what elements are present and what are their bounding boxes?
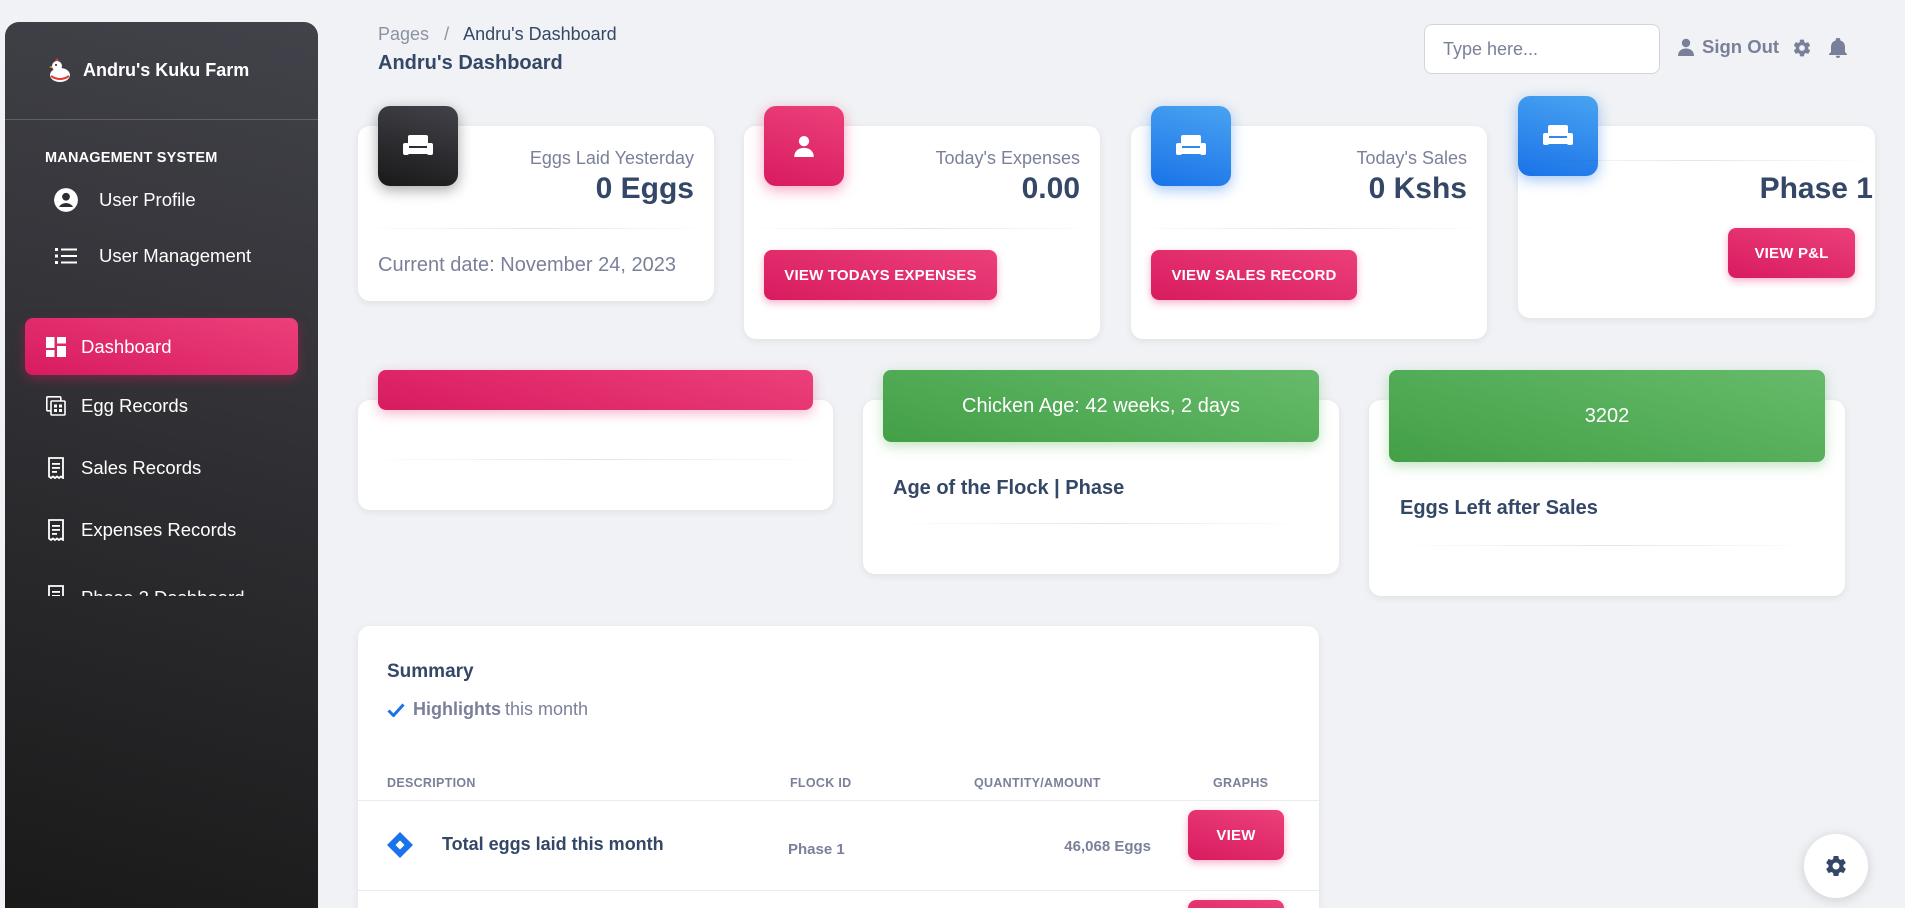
row-quantity: 46,068 Eggs	[1064, 838, 1151, 855]
card-divider	[358, 228, 714, 229]
highlights-period: this month	[505, 699, 589, 719]
summary-card: Summary Highlights this month DESCRIPTIO…	[358, 626, 1319, 908]
stat-value: 0 Kshs	[1368, 172, 1467, 205]
diamond-icon	[386, 831, 414, 864]
row-flock-id: Phase 1	[788, 841, 845, 858]
sidebar-item-label: Egg Records	[81, 395, 188, 416]
sign-out-button[interactable]: Sign Out	[1678, 36, 1779, 58]
sidebar-item-label: Dashboard	[81, 335, 172, 357]
dashboard-icon	[45, 334, 67, 360]
flock-age-heading: Age of the Flock | Phase	[893, 477, 1125, 499]
breadcrumb: Pages / Andru's Dashboard	[378, 24, 617, 45]
card-divider	[1131, 228, 1487, 229]
section-title: MANAGEMENT SYSTEM	[45, 150, 218, 166]
gear-icon[interactable]	[1792, 38, 1812, 58]
search-input[interactable]	[1424, 24, 1660, 74]
check-icon	[387, 702, 405, 717]
sidebar-item-expenses-records[interactable]: Expenses Records	[25, 499, 298, 561]
list-icon	[53, 243, 79, 269]
stat-value: 0.00	[1021, 172, 1080, 205]
sidebar-item-label: Phase 2 Dashboard	[81, 587, 245, 596]
row-divider	[358, 800, 1319, 801]
stat-card-eggs-yesterday: Eggs Laid Yesterday 0 Eggs Current date:…	[358, 106, 714, 301]
stat-label: Eggs Laid Yesterday	[529, 148, 694, 168]
stat-label: Today's Expenses	[935, 148, 1080, 168]
eggs-left-banner: 3202	[1389, 370, 1825, 462]
eggs-left-heading: Eggs Left after Sales	[1400, 497, 1598, 519]
breadcrumb-separator: /	[444, 24, 450, 44]
view-graph-button[interactable]: VIEW	[1188, 810, 1284, 860]
card-divider	[744, 228, 1100, 229]
column-header-graphs: GRAPHS	[1213, 776, 1269, 790]
bell-icon[interactable]	[1829, 38, 1847, 58]
stat-card-todays-expenses: Today's Expenses 0.00 VIEW TODAYS EXPENS…	[744, 106, 1100, 339]
sidebar-item-user-management[interactable]: User Management	[25, 228, 298, 284]
view-sales-record-button[interactable]: VIEW SALES RECORD	[1151, 250, 1357, 300]
sidebar-item-label: Sales Records	[81, 457, 202, 478]
person-icon	[1678, 38, 1694, 56]
breadcrumb-current: Andru's Dashboard	[463, 24, 617, 44]
view-graph-button-next[interactable]	[1188, 900, 1284, 908]
card-divider	[1399, 545, 1815, 546]
account-circle-icon	[53, 187, 79, 213]
page-title: Andru's Dashboard	[378, 52, 563, 74]
stat-card-todays-sales: Today's Sales 0 Kshs VIEW SALES RECORD	[1131, 106, 1487, 339]
breadcrumb-root[interactable]: Pages	[378, 24, 429, 44]
person-icon	[764, 106, 844, 186]
row-divider	[358, 890, 1319, 891]
view-todays-expenses-button[interactable]: VIEW TODAYS EXPENSES	[764, 250, 997, 300]
sidebar-scroll-clip: Phase 2 Dashboard	[5, 561, 318, 596]
gear-icon	[1824, 854, 1848, 878]
sidebar-item-dashboard[interactable]: Dashboard	[25, 318, 298, 375]
blank-chart-card	[358, 400, 833, 510]
weekend-icon	[1151, 106, 1231, 186]
sidebar-item-phase-2-dashboard[interactable]: Phase 2 Dashboard	[25, 561, 298, 596]
summary-title: Summary	[387, 661, 474, 682]
sidebar-item-label: User Profile	[99, 189, 196, 210]
weekend-icon	[378, 106, 458, 186]
weekend-icon	[1518, 96, 1598, 176]
chicken-logo-icon	[43, 54, 77, 88]
card-divider	[893, 523, 1309, 524]
receipt-icon	[45, 583, 67, 596]
records-icon	[45, 393, 67, 419]
sidebar-item-label: Expenses Records	[81, 519, 237, 540]
chicken-age-banner: Chicken Age: 42 weeks, 2 days	[883, 370, 1319, 442]
sidebar: Andru's Kuku Farm MANAGEMENT SYSTEM User…	[5, 22, 318, 908]
brand-name: Andru's Kuku Farm	[83, 60, 250, 80]
sidebar-item-sales-records[interactable]: Sales Records	[25, 437, 298, 499]
receipt-icon	[45, 455, 67, 481]
receipt-icon	[45, 517, 67, 543]
highlights: Highlights this month	[387, 699, 588, 720]
pink-banner	[378, 370, 813, 410]
current-date: Current date: November 24, 2023	[378, 254, 676, 276]
column-header-description: DESCRIPTION	[387, 776, 476, 790]
sidebar-item-egg-records[interactable]: Egg Records	[25, 375, 298, 437]
column-header-flock-id: FLOCK ID	[790, 776, 852, 790]
highlights-bold: Highlights	[413, 699, 501, 719]
stat-card-phase: Phase 1 VIEW P&L	[1518, 96, 1875, 318]
row-description: Total eggs laid this month	[442, 834, 664, 854]
card-divider	[1518, 160, 1875, 161]
stat-value: 0 Eggs	[595, 172, 694, 205]
view-pl-button[interactable]: VIEW P&L	[1728, 228, 1855, 278]
stat-value: Phase 1	[1759, 172, 1873, 205]
sign-out-label: Sign Out	[1702, 36, 1780, 57]
settings-fab[interactable]	[1804, 834, 1868, 898]
card-divider	[358, 459, 833, 460]
column-header-quantity: QUANTITY/AMOUNT	[974, 776, 1101, 790]
brand[interactable]: Andru's Kuku Farm	[5, 22, 318, 120]
sidebar-item-user-profile[interactable]: User Profile	[25, 172, 298, 228]
sidebar-item-label: User Management	[99, 245, 252, 266]
stat-label: Today's Sales	[1356, 148, 1468, 168]
